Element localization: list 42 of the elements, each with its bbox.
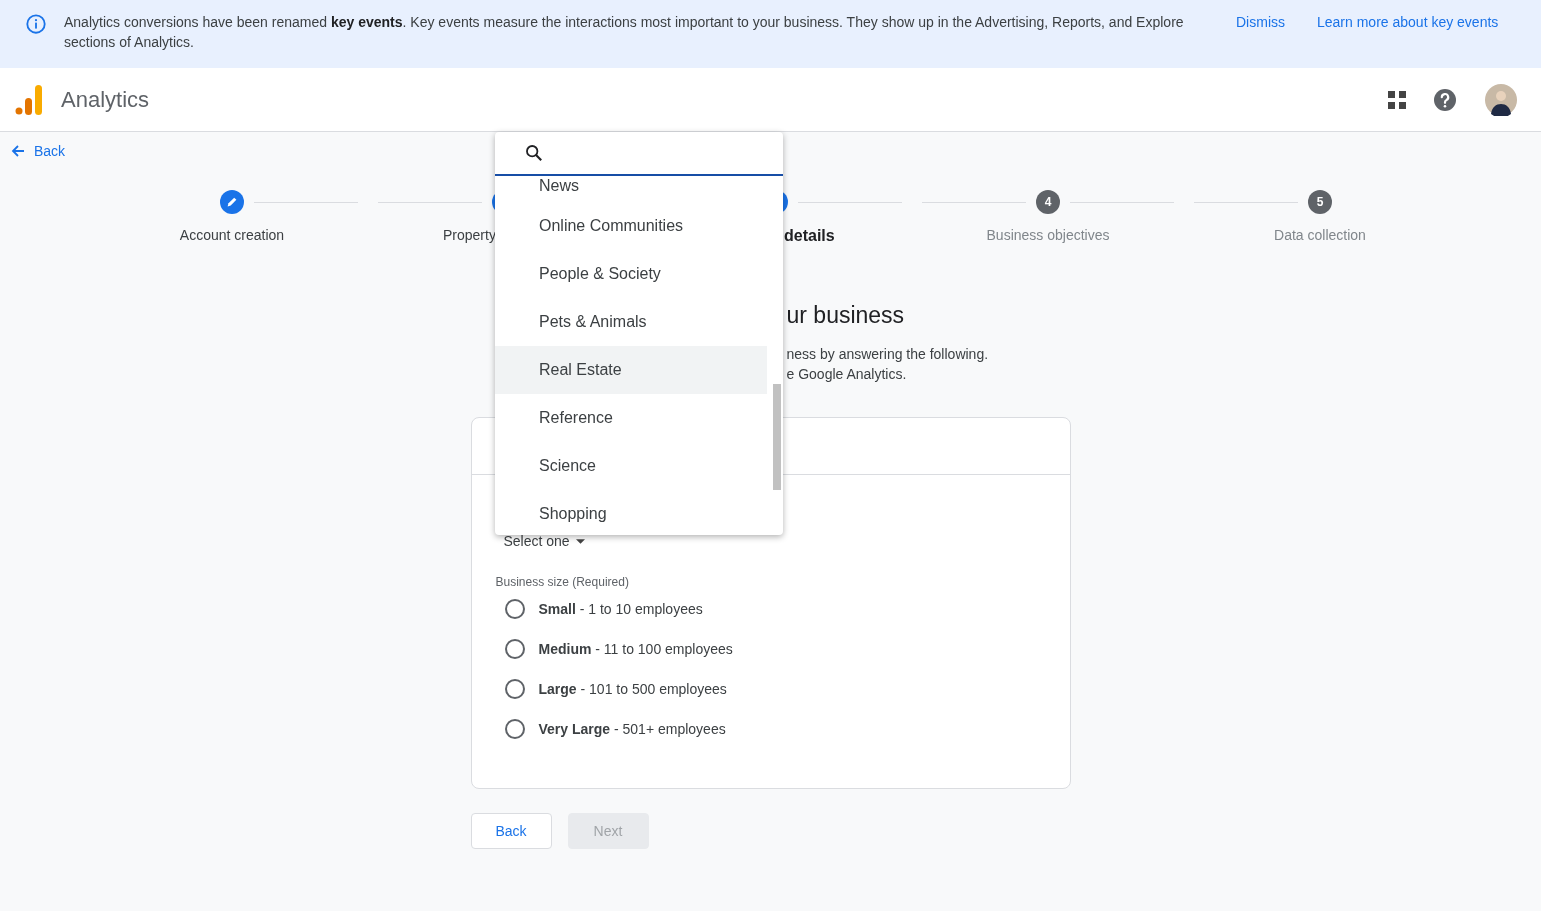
back-arrow-icon bbox=[10, 143, 26, 159]
bar-chart-logo-icon bbox=[15, 83, 43, 116]
app-title: Analytics bbox=[61, 86, 150, 113]
page-heading: ur business bbox=[786, 302, 905, 330]
menu-item[interactable]: Science bbox=[495, 442, 767, 490]
menu-item[interactable]: News bbox=[495, 176, 767, 202]
step-number: 5 bbox=[1308, 190, 1332, 214]
menu-item[interactable]: Online Communities bbox=[495, 202, 767, 250]
step-edit-icon bbox=[220, 190, 244, 214]
step-label: Business objectives bbox=[986, 227, 1110, 243]
step-label: Account creation bbox=[179, 227, 285, 243]
field-label: Business size (Required) bbox=[495, 575, 630, 589]
banner-link[interactable]: Dismiss bbox=[1236, 14, 1285, 30]
scrollbar-thumb[interactable] bbox=[773, 384, 781, 490]
avatar[interactable] bbox=[1485, 83, 1517, 116]
intro-text: e Google Analytics. bbox=[786, 365, 907, 384]
radio-button[interactable] bbox=[504, 719, 525, 739]
step-label: Property bbox=[443, 227, 496, 243]
step-number: 4 bbox=[1036, 190, 1060, 214]
banner-message: Analytics conversions have been renamed key events. Key events measure the interactions most important to your business. They show up in the Advertising, Reports, and Explore sections of Analytics. bbox=[64, 13, 1185, 52]
step-label: details bbox=[784, 227, 835, 244]
radio-button[interactable] bbox=[504, 639, 525, 659]
radio-label: Very Large - 501+ employees bbox=[538, 721, 726, 737]
menu-item[interactable]: Pets & Animals bbox=[495, 298, 767, 346]
menu-item[interactable]: Real Estate bbox=[495, 346, 767, 394]
info-icon bbox=[25, 13, 47, 35]
menu-item[interactable]: Reference bbox=[495, 394, 767, 442]
apps-grid-icon[interactable] bbox=[1387, 89, 1407, 110]
back-link[interactable]: Back bbox=[10, 143, 66, 159]
nav-button[interactable]: Back bbox=[470, 813, 552, 849]
step-label: Data collection bbox=[1274, 227, 1366, 243]
radio-button[interactable] bbox=[504, 599, 525, 619]
radio-label: Small - 1 to 10 employees bbox=[538, 601, 703, 617]
banner-link[interactable]: Learn more about key events bbox=[1317, 14, 1499, 30]
help-icon[interactable] bbox=[1433, 87, 1457, 112]
radio-label: Large - 101 to 500 employees bbox=[538, 681, 727, 697]
search-icon bbox=[525, 144, 543, 162]
intro-text: ness by answering the following. bbox=[786, 345, 989, 364]
menu-item[interactable]: People & Society bbox=[495, 250, 767, 298]
caret-icon bbox=[575, 538, 585, 544]
radio-label: Medium - 11 to 100 employees bbox=[538, 641, 733, 657]
radio-button[interactable] bbox=[504, 679, 525, 699]
